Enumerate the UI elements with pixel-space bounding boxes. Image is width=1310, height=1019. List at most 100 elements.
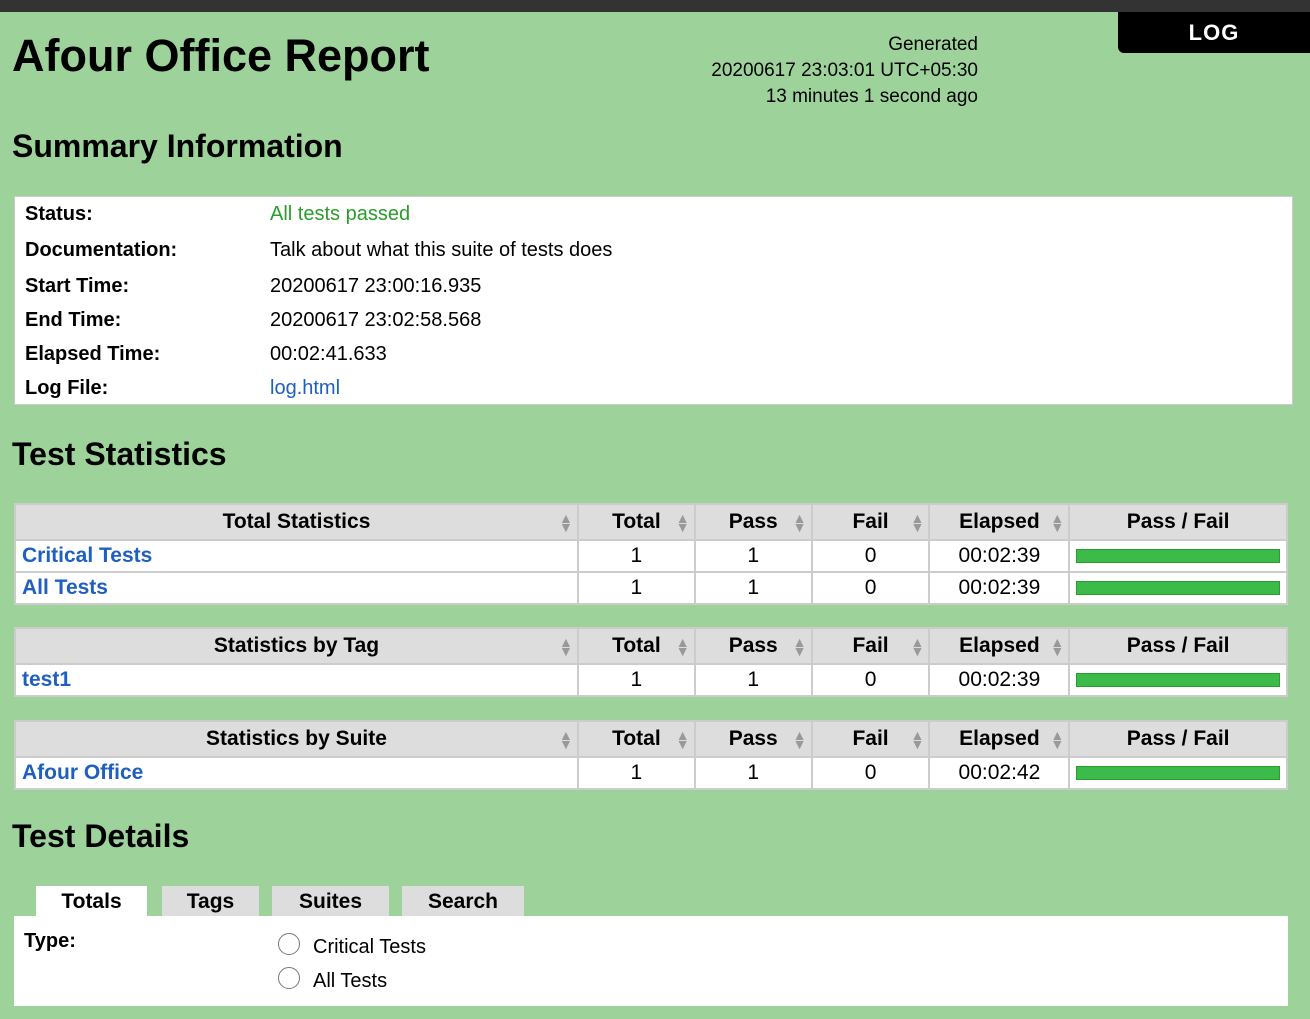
summary-value-cell: log.html bbox=[270, 377, 340, 400]
sort-icon[interactable]: ▲ ▼ bbox=[910, 511, 924, 534]
pass-cell: 1 bbox=[693, 539, 813, 573]
summary-label: End Time: bbox=[25, 309, 122, 331]
elapsed-cell: 00:02:39 bbox=[928, 663, 1071, 697]
stat-name-link[interactable]: Afour Office bbox=[22, 761, 143, 784]
total-cell: 1 bbox=[576, 756, 696, 790]
top-bar bbox=[0, 0, 1310, 12]
summary-label: Start Time: bbox=[25, 275, 130, 297]
pass-cell: 1 bbox=[693, 571, 813, 605]
column-label: Total bbox=[612, 727, 661, 750]
tab-totals[interactable]: Totals bbox=[36, 886, 147, 918]
sort-icon[interactable]: ▲ ▼ bbox=[1050, 728, 1064, 751]
table-title: Statistics by Suite bbox=[206, 727, 387, 750]
pass-bar[interactable] bbox=[1076, 549, 1280, 563]
sort-icon[interactable]: ▲ ▼ bbox=[910, 635, 924, 658]
table-row: Critical Tests 1 1 0 00:02:39 bbox=[14, 539, 1288, 573]
sort-icon[interactable]: ▲ ▼ bbox=[676, 635, 690, 658]
elapsed-cell: 00:02:39 bbox=[928, 539, 1071, 573]
critical-tests-option[interactable]: Critical Tests bbox=[313, 936, 426, 959]
column-header[interactable]: Total ▲ ▼ bbox=[576, 720, 696, 758]
column-label: Pass bbox=[728, 510, 778, 533]
elapsed-cell: 00:02:39 bbox=[928, 571, 1071, 605]
pass-bar[interactable] bbox=[1076, 766, 1280, 780]
log-file-link[interactable]: log.html bbox=[270, 377, 340, 399]
elapsed-cell: 00:02:42 bbox=[928, 756, 1071, 790]
sort-icon[interactable]: ▲ ▼ bbox=[676, 728, 690, 751]
all-tests-option[interactable]: All Tests bbox=[313, 970, 387, 993]
pass-bar[interactable] bbox=[1076, 581, 1280, 595]
summary-value-cell: All tests passed bbox=[270, 203, 410, 226]
column-header[interactable]: Total ▲ ▼ bbox=[576, 503, 696, 541]
sort-icon[interactable]: ▲ ▼ bbox=[1050, 635, 1064, 658]
generated-info: Generated 20200617 23:03:01 UTC+05:30 13… bbox=[711, 32, 978, 110]
sort-icon[interactable]: ▲ ▼ bbox=[676, 511, 690, 534]
stat-name-link[interactable]: test1 bbox=[22, 668, 71, 691]
column-header: Pass / Fail bbox=[1068, 720, 1288, 758]
column-label: Fail bbox=[852, 634, 889, 657]
sort-icon[interactable]: ▲ ▼ bbox=[1050, 511, 1064, 534]
column-header[interactable]: Total ▲ ▼ bbox=[576, 627, 696, 665]
column-header[interactable]: Fail ▲ ▼ bbox=[810, 720, 931, 758]
column-header-name[interactable]: Statistics by Tag ▲ ▼ bbox=[14, 627, 579, 665]
summary-table: Status: All tests passed Documentation: Tal… bbox=[14, 196, 1293, 405]
column-label: Pass / Fail bbox=[1126, 510, 1230, 533]
page-title: Afour Office Report bbox=[12, 30, 430, 81]
column-label: Total bbox=[612, 634, 661, 657]
column-header-name[interactable]: Statistics by Suite ▲ ▼ bbox=[14, 720, 579, 758]
pass-fail-cell bbox=[1068, 571, 1288, 605]
table-row: Afour Office 1 1 0 00:02:42 bbox=[14, 756, 1288, 790]
sort-icon[interactable]: ▲ ▼ bbox=[910, 728, 924, 751]
pass-fail-cell bbox=[1068, 756, 1288, 790]
summary-heading: Summary Information bbox=[12, 128, 343, 164]
critical-tests-radio[interactable] bbox=[278, 933, 300, 955]
column-header[interactable]: Elapsed ▲ ▼ bbox=[928, 720, 1071, 758]
sort-icon[interactable]: ▲ ▼ bbox=[793, 635, 807, 658]
pass-bar[interactable] bbox=[1076, 673, 1280, 687]
stat-name-link[interactable]: All Tests bbox=[22, 576, 108, 599]
details-panel: Type: Critical Tests All Tests bbox=[14, 916, 1288, 1006]
tab-suites[interactable]: Suites bbox=[272, 886, 389, 916]
sort-icon[interactable]: ▲ ▼ bbox=[793, 728, 807, 751]
table-title: Total Statistics bbox=[222, 510, 371, 533]
summary-value: 20200617 23:02:58.568 bbox=[270, 309, 482, 331]
summary-value-cell: 20200617 23:02:58.568 bbox=[270, 309, 481, 332]
summary-value-cell: 00:02:41.633 bbox=[270, 343, 387, 366]
column-header[interactable]: Pass ▲ ▼ bbox=[693, 503, 813, 541]
summary-label: Status: bbox=[25, 203, 93, 225]
generated-time: 20200617 23:03:01 UTC+05:30 bbox=[711, 60, 978, 81]
total-cell: 1 bbox=[576, 571, 696, 605]
sort-icon[interactable]: ▲ ▼ bbox=[559, 511, 573, 534]
column-header[interactable]: Pass ▲ ▼ bbox=[693, 720, 813, 758]
sort-icon[interactable]: ▲ ▼ bbox=[559, 728, 573, 751]
column-header[interactable]: Pass ▲ ▼ bbox=[693, 627, 813, 665]
fail-cell: 0 bbox=[810, 663, 931, 697]
statistics-table: Statistics by Suite ▲ ▼ Total ▲ ▼ Pass ▲ ▼ Fail ▲ ▼… bbox=[14, 720, 1288, 790]
column-header: Pass / Fail bbox=[1068, 503, 1288, 541]
all-tests-radio[interactable] bbox=[278, 967, 300, 989]
pass-cell: 1 bbox=[693, 756, 813, 790]
stat-name-link[interactable]: Critical Tests bbox=[22, 544, 152, 567]
total-cell: 1 bbox=[576, 663, 696, 697]
log-button[interactable]: LOG bbox=[1118, 12, 1310, 53]
tab-tags[interactable]: Tags bbox=[162, 886, 259, 916]
column-header: Pass / Fail bbox=[1068, 627, 1288, 665]
details-heading: Test Details bbox=[12, 818, 190, 854]
sort-icon[interactable]: ▲ ▼ bbox=[559, 635, 573, 658]
column-label: Pass / Fail bbox=[1126, 727, 1230, 750]
column-header[interactable]: Elapsed ▲ ▼ bbox=[928, 627, 1071, 665]
summary-label: Documentation: bbox=[25, 239, 178, 261]
total-cell: 1 bbox=[576, 539, 696, 573]
column-header[interactable]: Fail ▲ ▼ bbox=[810, 627, 931, 665]
summary-label: Elapsed Time: bbox=[25, 343, 161, 365]
type-label: Type: bbox=[24, 930, 76, 952]
sort-icon[interactable]: ▲ ▼ bbox=[793, 511, 807, 534]
tab-search[interactable]: Search bbox=[402, 886, 524, 916]
statistics-heading: Test Statistics bbox=[12, 436, 227, 472]
pass-fail-cell bbox=[1068, 539, 1288, 573]
summary-value: 00:02:41.633 bbox=[270, 343, 387, 365]
column-header[interactable]: Elapsed ▲ ▼ bbox=[928, 503, 1071, 541]
column-header-name[interactable]: Total Statistics ▲ ▼ bbox=[14, 503, 579, 541]
column-label: Elapsed bbox=[959, 510, 1040, 533]
summary-value-cell: 20200617 23:00:16.935 bbox=[270, 275, 481, 298]
column-header[interactable]: Fail ▲ ▼ bbox=[810, 503, 931, 541]
